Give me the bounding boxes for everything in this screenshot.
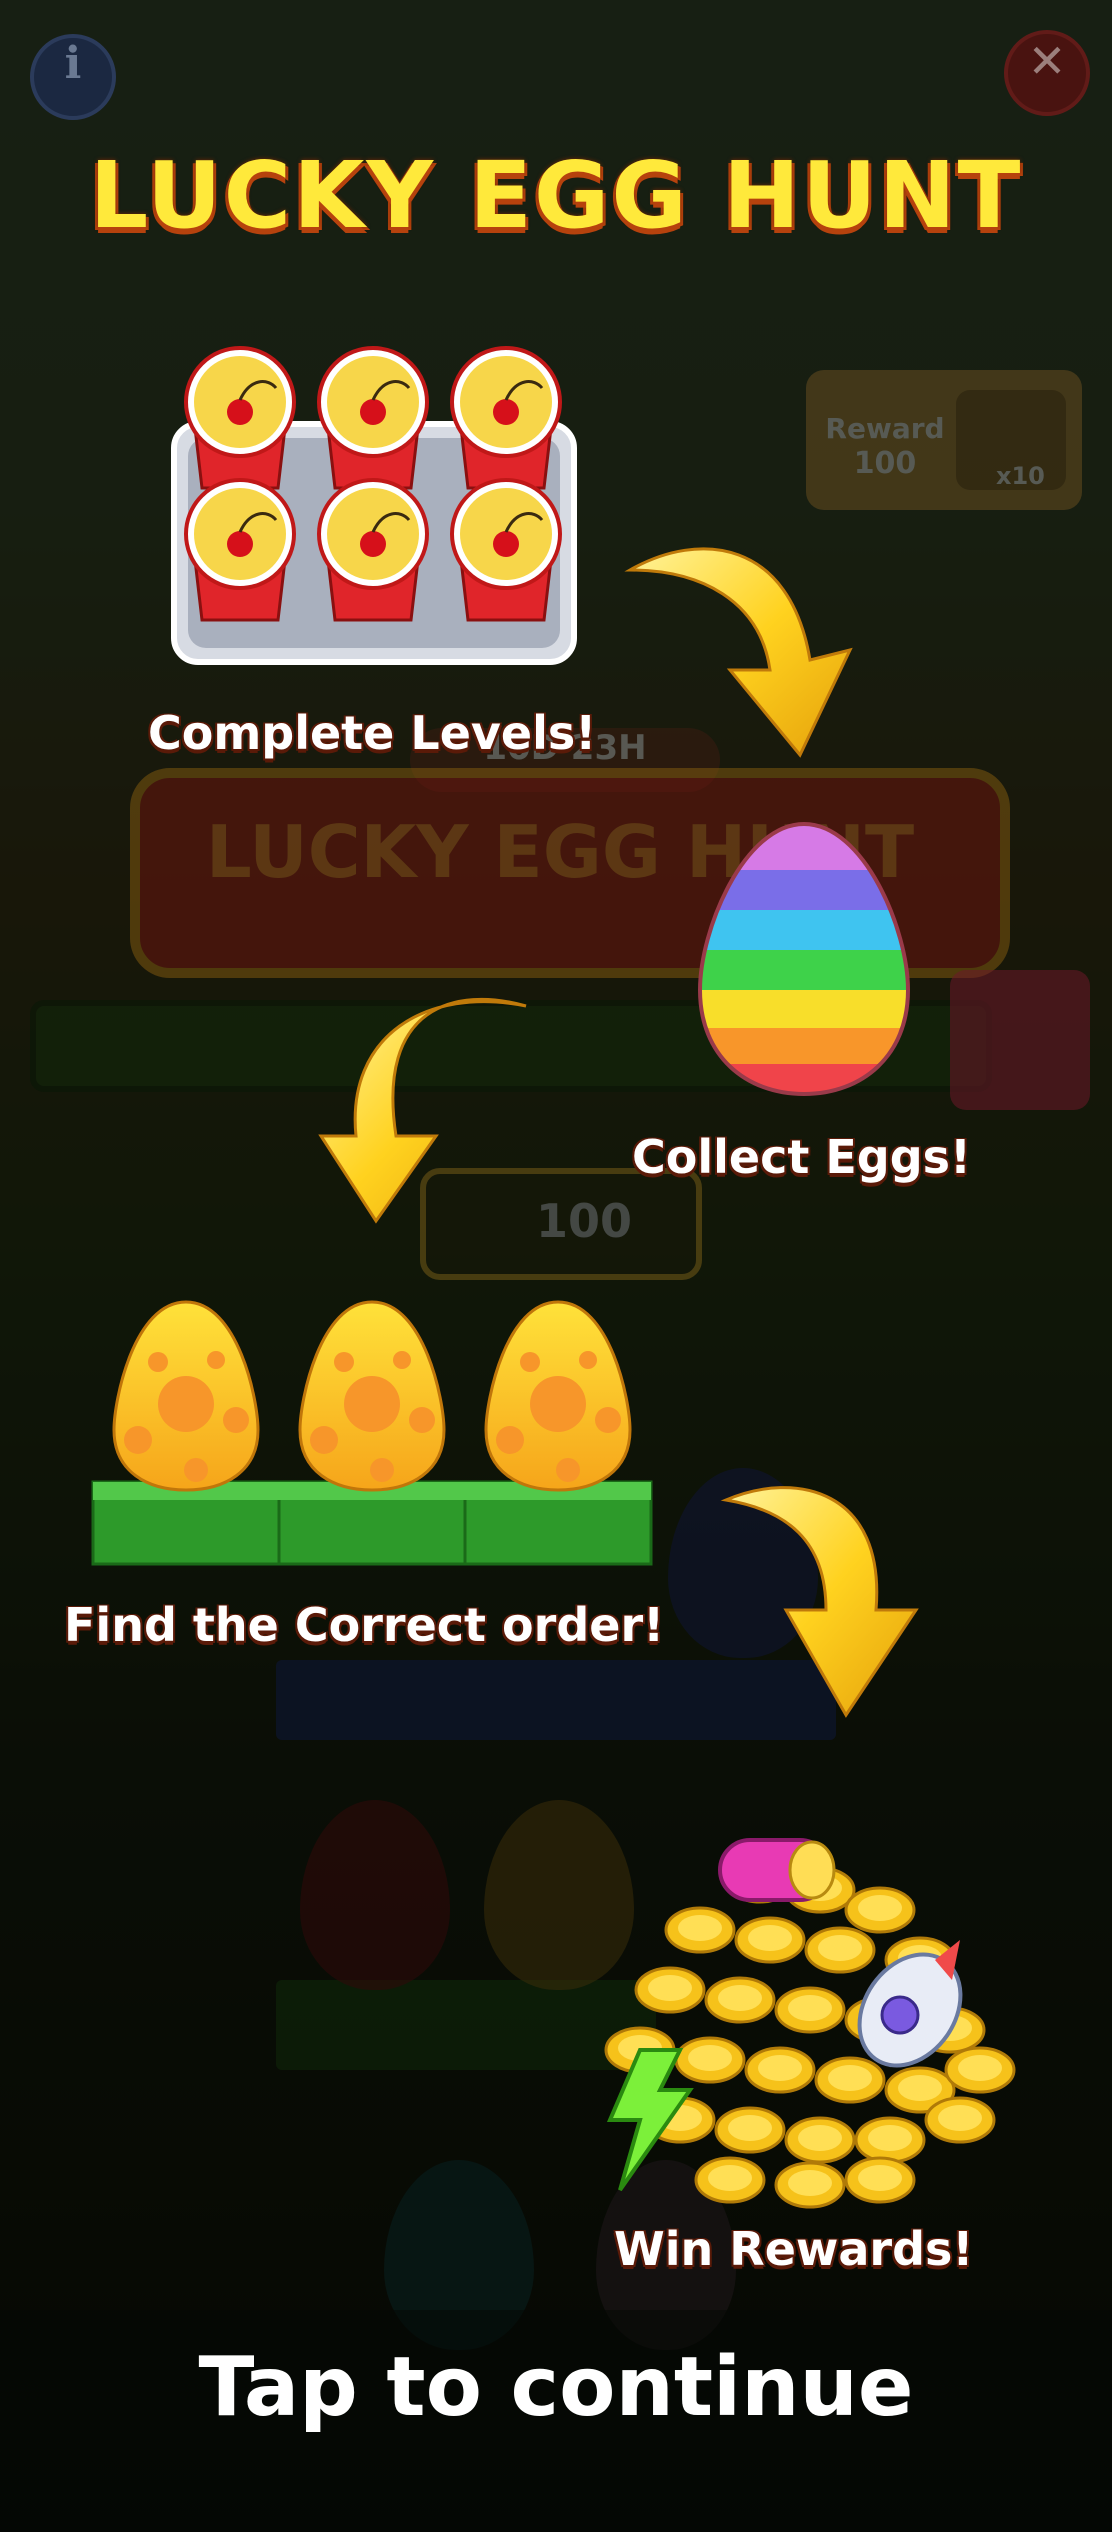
- gold-coin-icon: [704, 1976, 776, 2024]
- cup-icon: [184, 478, 296, 622]
- yellow-egg-icon: [298, 1300, 446, 1492]
- arrow-icon: [624, 547, 853, 758]
- step-label-complete-levels: Complete Levels!: [148, 706, 597, 760]
- step-label-find-order: Find the Correct order!: [64, 1598, 665, 1652]
- gold-coin-icon: [804, 1926, 876, 1974]
- gold-coin-icon: [944, 2046, 1016, 2094]
- rewards-pile-image: [604, 1838, 1016, 2209]
- gold-coin-icon: [854, 2116, 926, 2164]
- gold-coin-icon: [634, 1966, 706, 2014]
- gold-coin-icon: [734, 1916, 806, 1964]
- cup-icon: [450, 346, 562, 490]
- gold-coin-icon: [714, 2106, 786, 2154]
- info-icon: i: [64, 38, 82, 89]
- eggs-on-platform-image: [91, 1300, 653, 1566]
- gold-coin-icon: [674, 2036, 746, 2084]
- step-label-collect-eggs: Collect Eggs!: [632, 1130, 972, 1184]
- arrow-icon: [720, 1486, 919, 1718]
- gold-coin-icon: [774, 1986, 846, 2034]
- gold-coin-icon: [664, 1906, 736, 1954]
- gold-coin-icon: [774, 2161, 846, 2209]
- close-icon: ✕: [1027, 34, 1067, 88]
- tap-to-continue[interactable]: Tap to continue: [0, 2340, 1112, 2435]
- cup-icon: [450, 478, 562, 622]
- gold-coin-icon: [844, 2156, 916, 2204]
- cup-icon: [184, 346, 296, 490]
- gold-coin-icon: [814, 2056, 886, 2104]
- cup-icon: [317, 478, 429, 622]
- arrow-icon: [318, 997, 527, 1224]
- step-label-win-rewards: Win Rewards!: [614, 2222, 974, 2276]
- page-title: LUCKY EGG HUNT: [89, 142, 1023, 249]
- gold-coin-icon: [744, 2046, 816, 2094]
- gold-coin-icon: [694, 2156, 766, 2204]
- gold-coin-icon: [784, 2116, 856, 2164]
- yellow-egg-icon: [484, 1300, 632, 1492]
- gold-coin-icon: [924, 2096, 996, 2144]
- yellow-egg-icon: [112, 1300, 260, 1492]
- gold-coin-icon: [844, 1886, 916, 1934]
- cup-icon: [317, 346, 429, 490]
- close-button[interactable]: ✕: [1004, 30, 1090, 116]
- rainbow-egg-image: [697, 821, 911, 1097]
- cup-tray-image: [171, 346, 577, 665]
- info-button[interactable]: i: [30, 34, 116, 120]
